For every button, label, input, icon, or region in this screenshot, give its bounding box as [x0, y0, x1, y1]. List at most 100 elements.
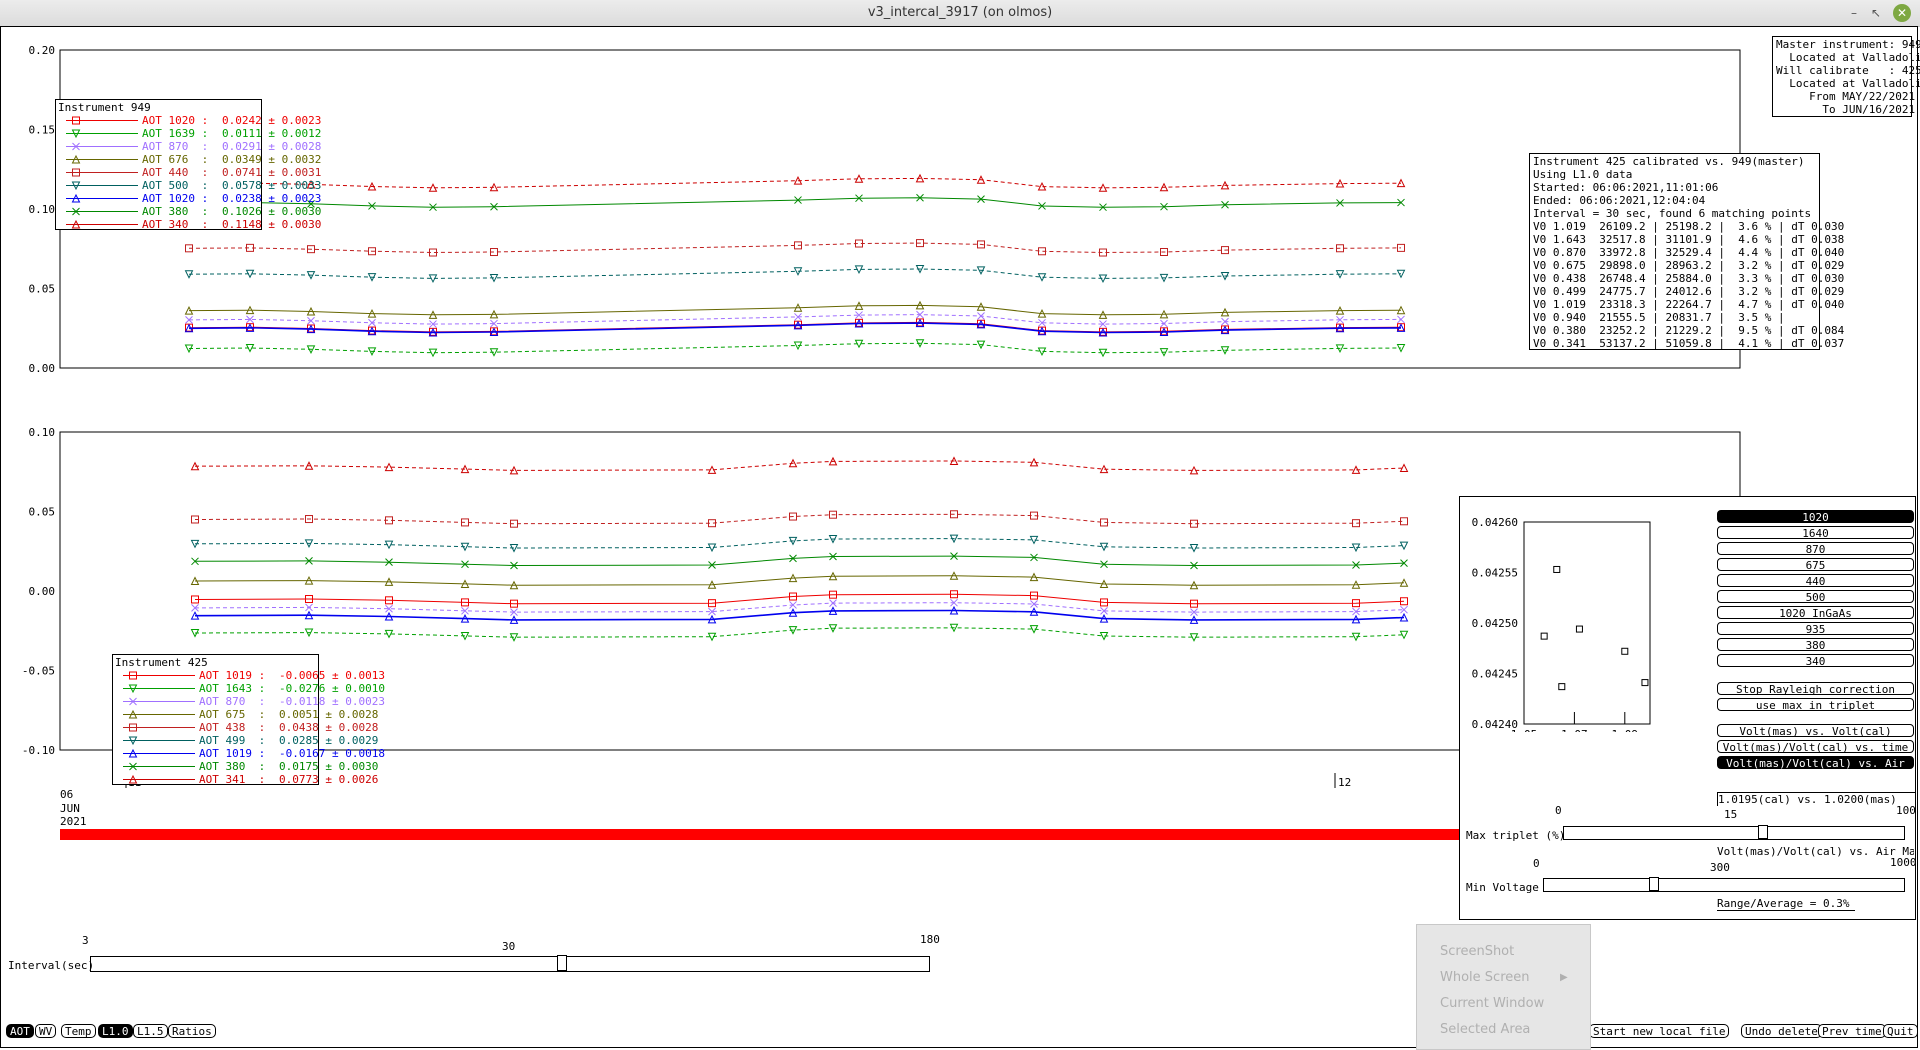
wave-button-1020-ingaas[interactable]: 1020 InGaAs	[1717, 606, 1914, 620]
option-button-stop-rayleigh-correction[interactable]: Stop Rayleigh correction	[1717, 682, 1914, 696]
bottom-y-tick: 0.05	[29, 506, 56, 519]
legend-label: AOT 870 :	[199, 695, 266, 708]
mode-button-l1-0[interactable]: L1.0	[98, 1024, 133, 1038]
legend-value: 0.0291 ± 0.0028	[222, 140, 322, 153]
plot-button-volt-mas-volt-cal-vs-time[interactable]: Volt(mas)/Volt(cal) vs. time	[1717, 740, 1914, 754]
wave-button-1020[interactable]: 1020	[1717, 510, 1914, 524]
wave-button-935[interactable]: 935	[1717, 622, 1914, 636]
x-label-year: 2021	[60, 815, 87, 828]
mode-button-wv[interactable]: WV	[35, 1024, 57, 1038]
legend-label: AOT 1019 :	[199, 669, 266, 682]
min-voltage-label: Min Voltage	[1466, 881, 1539, 894]
legend-value: -0.0276 ± 0.0010	[279, 682, 385, 695]
legend-value: -0.0167 ± 0.0018	[279, 747, 385, 760]
interval-mid: 30	[502, 940, 516, 953]
status-line-1: 1.0195(cal) vs. 1.0200(mas)	[1717, 792, 1915, 806]
legend-label: AOT 1019 :	[199, 747, 266, 760]
wave-button-340[interactable]: 340	[1717, 654, 1914, 668]
legend-swatch-icon	[66, 207, 138, 216]
menu-screenshot: ScreenShot	[1440, 944, 1515, 959]
max-triplet-min: 0	[1555, 804, 1562, 817]
master-info-line: From MAY/22/2021	[1776, 90, 1916, 103]
top-y-tick: 0.05	[29, 283, 56, 296]
action-button-quit[interactable]: Quit	[1883, 1024, 1918, 1038]
scatter-plot[interactable]: 0.042600.042550.042500.042450.042401.051…	[1466, 512, 1656, 732]
x-label-day: 06	[60, 788, 74, 801]
chevron-right-icon: ▶	[1560, 972, 1568, 983]
top-legend-item: AOT 380 : 0.1026 ± 0.0030	[58, 205, 321, 218]
x-tick-12: 12	[1338, 776, 1352, 789]
action-button-undo-delete[interactable]: Undo delete	[1741, 1024, 1822, 1038]
plot-button-volt-mas-vs-volt-cal-[interactable]: Volt(mas) vs. Volt(cal)	[1717, 724, 1914, 738]
menu-selected-area[interactable]: Selected Area	[1440, 1018, 1530, 1042]
min-voltage-min: 0	[1533, 857, 1540, 870]
legend-swatch-icon	[123, 736, 195, 746]
calib-info-line: V0 1.643 32517.8 | 31101.9 | 4.6 % | dT …	[1533, 233, 1845, 246]
top-legend-item: AOT 870 : 0.0291 ± 0.0028	[58, 140, 321, 153]
calib-info-line: V0 0.380 23252.2 | 21229.2 | 9.5 % | dT …	[1533, 324, 1845, 337]
legend-swatch-icon	[123, 723, 195, 732]
calib-info-line: Interval = 30 sec, found 6 matching poin…	[1533, 207, 1812, 220]
scatter-point	[1553, 565, 1561, 573]
menu-current-window[interactable]: Current Window	[1440, 992, 1544, 1016]
legend-title: Instrument 949	[58, 101, 151, 114]
bottom-legend-item: AOT 438 : 0.0438 ± 0.0028	[115, 721, 378, 734]
mode-button-ratios[interactable]: Ratios	[168, 1024, 216, 1038]
bottom-series-line	[194, 538, 1405, 549]
scatter-point	[1641, 679, 1649, 687]
legend-swatch-icon	[123, 671, 195, 680]
master-info-line: To JUN/16/2021	[1776, 103, 1916, 116]
mode-button-temp[interactable]: Temp	[61, 1024, 96, 1038]
mode-button-aot[interactable]: AOT	[6, 1024, 34, 1038]
master-info-line: Located at Valladolid	[1776, 51, 1920, 64]
legend-label: AOT 500 :	[142, 179, 209, 192]
bottom-legend-item: AOT 675 : 0.0051 ± 0.0028	[115, 708, 378, 721]
wave-button-380[interactable]: 380	[1717, 638, 1914, 652]
wave-button-1640[interactable]: 1640	[1717, 526, 1914, 540]
action-button-prev-time[interactable]: Prev time	[1818, 1024, 1886, 1038]
legend-swatch-icon	[66, 219, 138, 229]
bottom-series-line	[194, 513, 1405, 525]
calib-info-line: Started: 06:06:2021,11:01:06	[1533, 181, 1719, 194]
bottom-y-tick: -0.05	[22, 665, 55, 678]
legend-value: 0.0741 ± 0.0031	[222, 166, 322, 179]
top-data-point	[1397, 243, 1405, 252]
legend-label: AOT 438 :	[199, 721, 266, 734]
top-y-tick: 0.20	[29, 44, 56, 57]
slider-handle[interactable]	[1758, 825, 1769, 839]
bottom-y-tick: -0.10	[22, 744, 55, 757]
plot-button-volt-mas-volt-cal-vs-air-mass[interactable]: Volt(mas)/Volt(cal) vs. Air Mass	[1717, 756, 1914, 783]
max-triplet-slider[interactable]	[1563, 825, 1905, 840]
top-legend: Instrument 949 AOT 1020 : 0.0242 ± 0.0023…	[55, 99, 321, 231]
wave-button-675[interactable]: 675	[1717, 558, 1914, 572]
calib-info-line: V0 0.870 33972.8 | 32529.4 | 4.4 % | dT …	[1533, 246, 1845, 259]
calib-info-line: V0 1.019 23318.3 | 22264.7 | 4.7 % | dT …	[1533, 298, 1845, 311]
interval-slider[interactable]	[90, 955, 930, 972]
mode-button-l1-5[interactable]: L1.5	[133, 1024, 168, 1038]
top-legend-item: AOT 340 : 0.1148 ± 0.0030	[58, 218, 321, 231]
wave-button-440[interactable]: 440	[1717, 574, 1914, 588]
legend-swatch-icon	[66, 193, 138, 203]
min-voltage-slider[interactable]	[1543, 877, 1905, 892]
legend-label: AOT 340 :	[142, 218, 209, 231]
bottom-legend-item: AOT 380 : 0.0175 ± 0.0030	[115, 760, 378, 773]
calib-info-line: V0 0.438 26748.4 | 25884.0 | 3.3 % | dT …	[1533, 272, 1845, 285]
status-line-2: Volt(mas)/Volt(cal) vs. Air Mass	[1717, 845, 1914, 858]
menu-whole-screen[interactable]: Whole Screen	[1440, 966, 1529, 990]
option-button-use-max-in-triplet[interactable]: use max in triplet	[1717, 698, 1914, 712]
legend-swatch-icon	[66, 168, 138, 177]
legend-swatch-icon	[123, 762, 195, 771]
bottom-series-line	[194, 575, 1405, 586]
wave-button-500[interactable]: 500	[1717, 590, 1914, 604]
bottom-legend-item: AOT 1019 : -0.0167 ± 0.0018	[115, 747, 385, 760]
min-voltage-mid: 300	[1710, 861, 1730, 874]
slider-handle[interactable]	[1649, 877, 1659, 891]
action-button-start-new-local-file[interactable]: Start new local file	[1589, 1024, 1730, 1038]
calib-info-line: V0 0.499 24775.7 | 24012.6 | 3.2 % | dT …	[1533, 285, 1845, 298]
bottom-y-tick: 0.10	[29, 426, 56, 439]
slider-handle[interactable]	[556, 955, 567, 971]
wave-button-870[interactable]: 870	[1717, 542, 1914, 556]
legend-value: 0.0349 ± 0.0032	[222, 153, 322, 166]
time-range-bar[interactable]	[60, 829, 1460, 840]
legend-title: Instrument 425	[115, 656, 208, 669]
